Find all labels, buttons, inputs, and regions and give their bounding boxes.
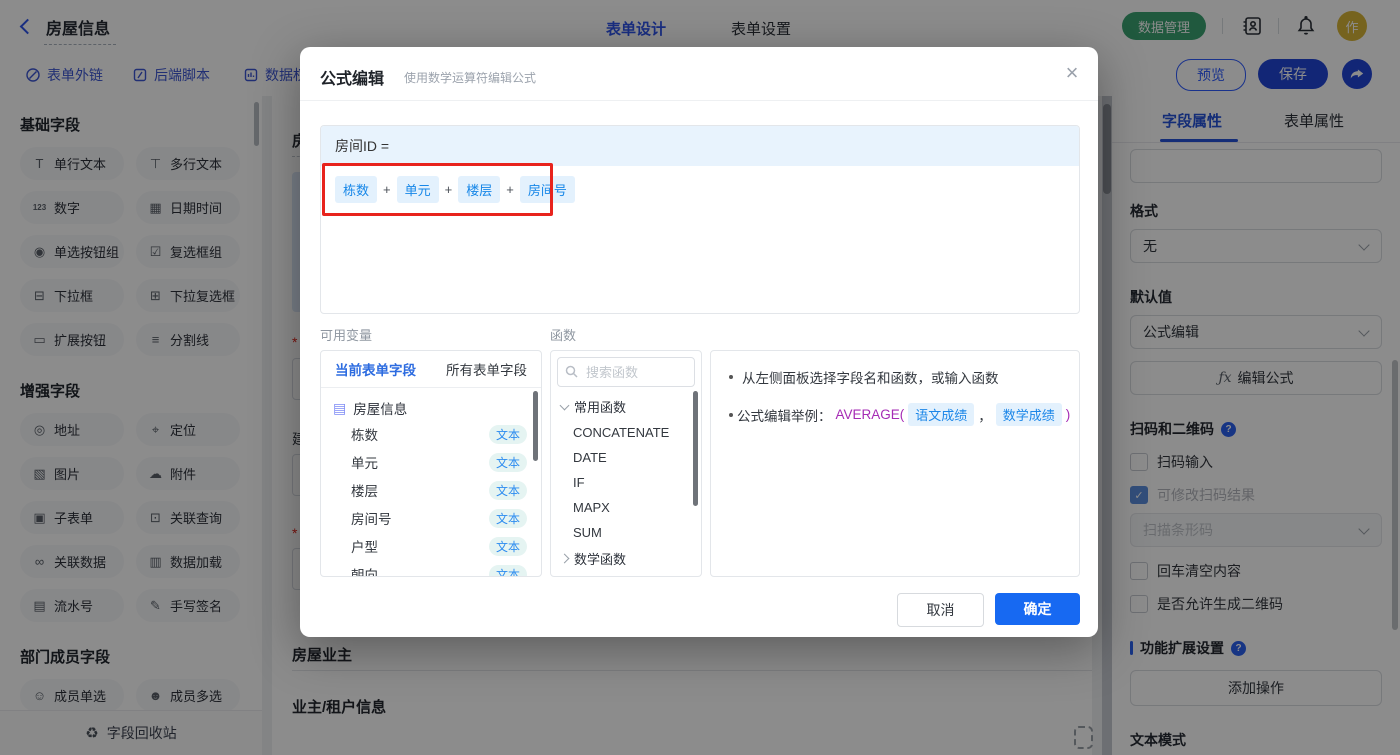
function-item[interactable]: CONCATENATE: [551, 420, 701, 445]
formula-target: 房间ID =: [321, 126, 1079, 166]
function-search[interactable]: [557, 357, 698, 387]
tab-all-form-fields[interactable]: 所有表单字段: [446, 359, 527, 379]
formula-editor-area[interactable]: 房间ID = 栋数 + 单元 + 楼层 + 房间号: [320, 125, 1080, 314]
type-badge: 文本: [489, 564, 527, 576]
function-item[interactable]: MAPX: [551, 495, 701, 520]
plus-operator: +: [506, 182, 514, 197]
close-icon[interactable]: ×: [1056, 57, 1088, 89]
tip-line-2: 公式编辑举例： AVERAGE( 语文成绩 ， 数学成绩 ): [729, 403, 1079, 426]
example-function-name: AVERAGE(: [835, 407, 905, 422]
bullet-icon: [729, 375, 733, 379]
functions-caption: 函数: [550, 328, 577, 343]
variables-panel: 当前表单字段 所有表单字段 ▤ 房屋信息 栋数 文本 单元 文本 楼层 文本 房间号文…: [320, 350, 542, 577]
modal-title: 公式编辑: [320, 71, 385, 88]
function-item[interactable]: DATE: [551, 445, 701, 470]
type-badge: 文本: [489, 536, 527, 556]
search-icon: [565, 365, 578, 383]
form-tree-node[interactable]: ▤ 房屋信息: [321, 388, 541, 420]
type-badge: 文本: [489, 452, 527, 472]
tab-current-form-fields[interactable]: 当前表单字段: [335, 359, 416, 379]
functions-panel: 常用函数 CONCATENATE DATE IF MAPX SUM 数学函数 文…: [550, 350, 702, 577]
plus-operator: +: [383, 182, 391, 197]
function-group-common[interactable]: 常用函数: [551, 393, 701, 420]
function-search-input[interactable]: [584, 358, 698, 386]
field-token[interactable]: 单元: [396, 176, 439, 203]
variable-row[interactable]: 朝向 文本: [321, 560, 541, 576]
formula-editor-modal: 公式编辑 使用数学运算符编辑公式 × 房间ID = 栋数 + 单元 + 楼层 +…: [300, 47, 1098, 637]
variable-row[interactable]: 楼层 文本: [321, 476, 541, 504]
function-group-math[interactable]: 数学函数: [551, 545, 701, 572]
tips-panel: 从左侧面板选择字段名和函数，或输入函数 公式编辑举例： AVERAGE( 语文成…: [710, 350, 1080, 577]
plus-operator: +: [444, 182, 453, 197]
function-item[interactable]: IF: [551, 470, 701, 495]
modal-subtitle: 使用数学运算符编辑公式: [404, 71, 537, 85]
bullet-icon: [729, 412, 733, 417]
functions-scrollbar-thumb[interactable]: [693, 391, 698, 506]
app-root: 房屋信息 表单设计 表单设置 数据管理 作 表单外链 后端脚本 数据权限 预览 …: [0, 0, 1400, 755]
variable-row[interactable]: 单元 文本: [321, 448, 541, 476]
confirm-button[interactable]: 确定: [995, 593, 1080, 625]
field-token[interactable]: 楼层: [458, 176, 501, 203]
variables-tabs: 当前表单字段 所有表单字段: [321, 351, 541, 388]
example-field-chip: 数学成绩: [995, 403, 1062, 426]
type-badge: 文本: [489, 480, 527, 500]
chevron-down-icon: [559, 400, 570, 410]
form-doc-icon: ▤: [333, 400, 347, 416]
variable-row[interactable]: 户型 文本: [321, 532, 541, 560]
variables-scrollbar-thumb[interactable]: [533, 391, 538, 461]
function-group-text[interactable]: 文本函数: [551, 572, 701, 576]
function-item[interactable]: SUM: [551, 520, 701, 545]
variable-row[interactable]: 房间号 文本: [321, 504, 541, 532]
variable-row[interactable]: 栋数 文本: [321, 420, 541, 448]
example-close-paren: ): [1065, 407, 1071, 422]
variables-caption: 可用变量: [320, 328, 373, 343]
cancel-button[interactable]: 取消: [897, 593, 984, 627]
type-badge: 文本: [489, 424, 527, 444]
chevron-right-icon: [559, 553, 570, 564]
type-badge: 文本: [489, 508, 527, 528]
example-field-chip: 语文成绩: [908, 403, 975, 426]
field-token[interactable]: 房间号: [519, 176, 575, 203]
tip-line-1: 从左侧面板选择字段名和函数，或输入函数: [729, 367, 1079, 387]
modal-header-divider: [300, 100, 1098, 101]
field-token[interactable]: 栋数: [335, 176, 378, 203]
formula-expression: 栋数 + 单元 + 楼层 + 房间号: [335, 176, 575, 203]
